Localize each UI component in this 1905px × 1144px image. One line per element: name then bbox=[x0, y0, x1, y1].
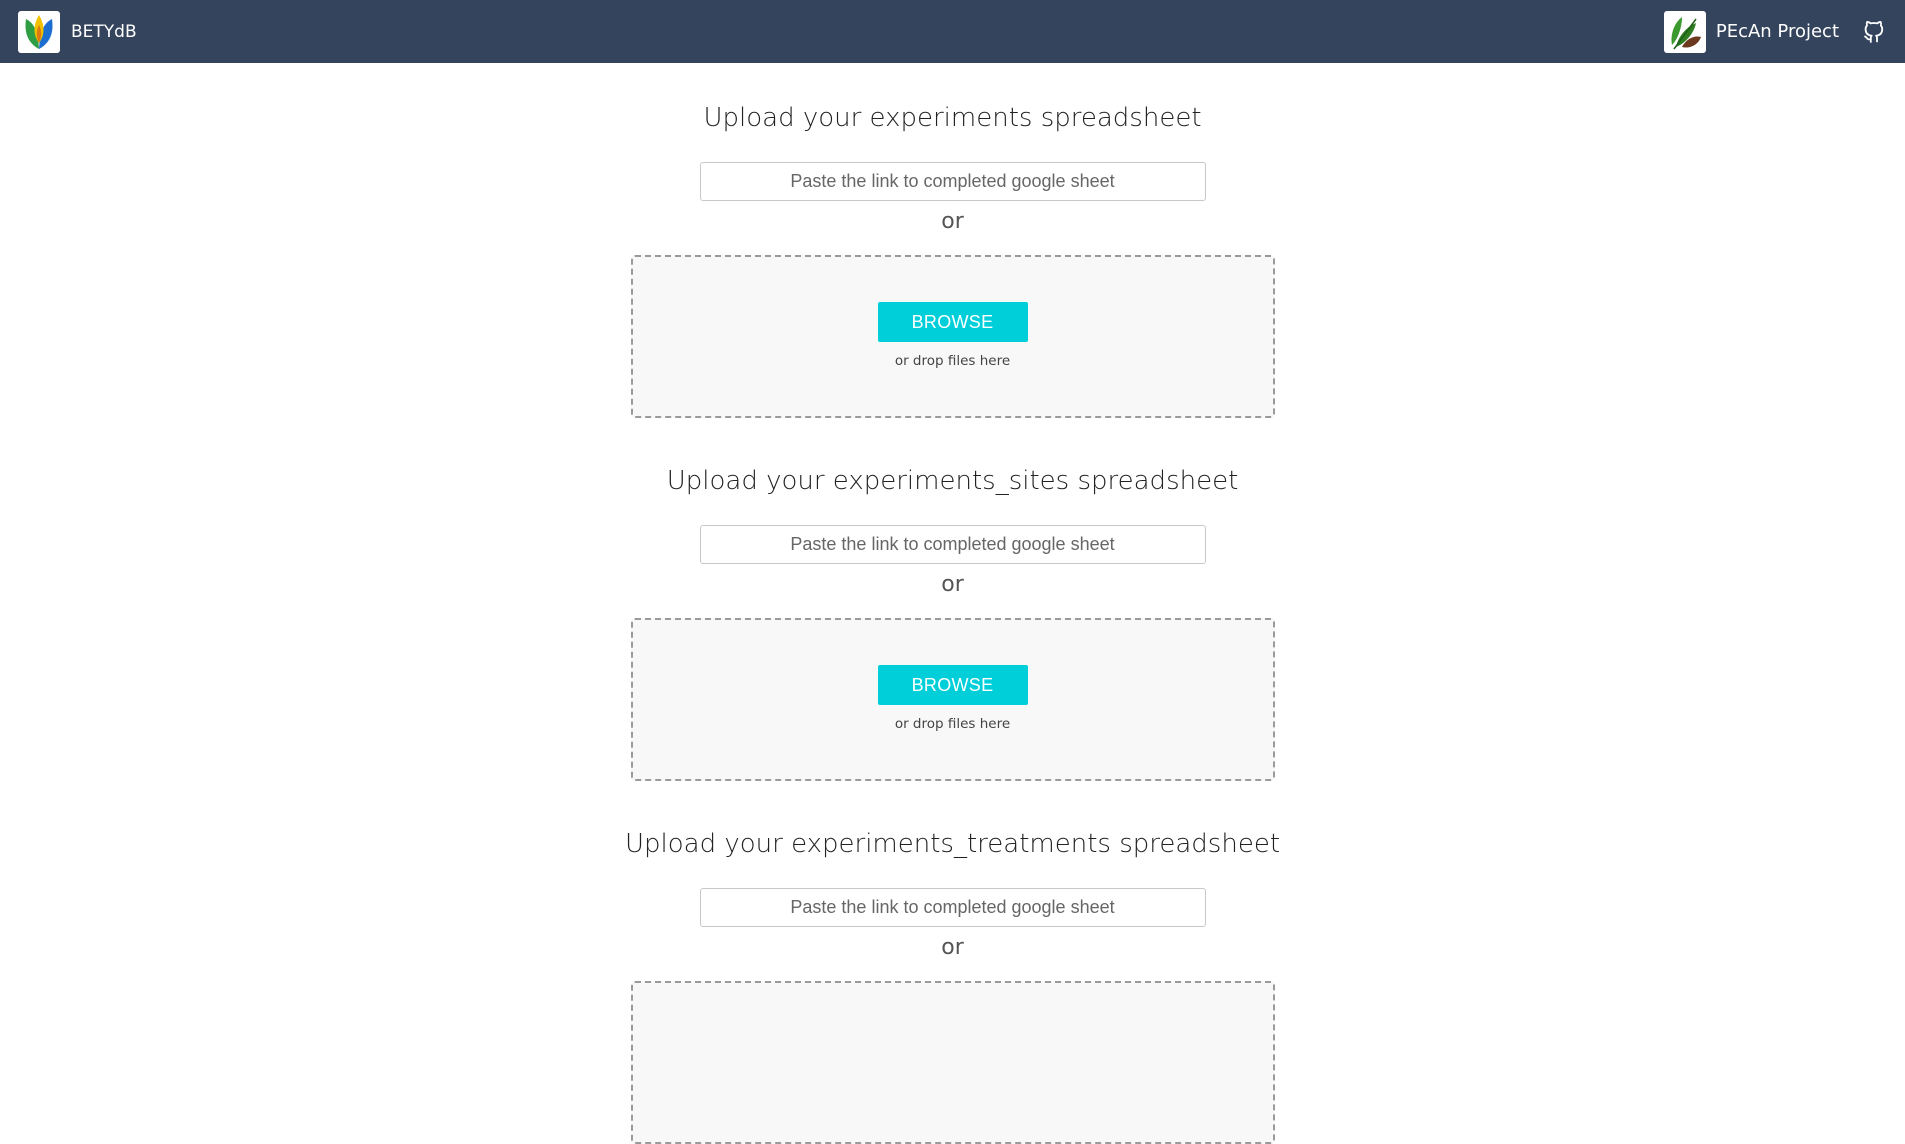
section-title: Upload your experiments spreadsheet bbox=[703, 103, 1202, 133]
section-title: Upload your experiments_sites spreadshee… bbox=[666, 466, 1239, 496]
or-separator: or bbox=[941, 209, 964, 234]
top-navbar: BETYdB PEcAn Project bbox=[0, 0, 1905, 63]
pecan-project-link[interactable]: PEcAn Project bbox=[1716, 21, 1839, 42]
experiments-sites-upload-section: Upload your experiments_sites spreadshee… bbox=[0, 465, 1905, 781]
main-content: Upload your experiments spreadsheet or B… bbox=[0, 102, 1905, 1144]
betydb-logo-icon[interactable] bbox=[18, 10, 60, 53]
or-separator: or bbox=[941, 572, 964, 597]
file-dropzone[interactable] bbox=[630, 981, 1275, 1144]
file-dropzone[interactable]: BROWSE or drop files here bbox=[630, 618, 1275, 781]
section-title: Upload your experiments_treatments sprea… bbox=[624, 829, 1281, 859]
github-icon[interactable] bbox=[1861, 19, 1887, 45]
file-dropzone[interactable]: BROWSE or drop files here bbox=[630, 255, 1275, 418]
google-sheet-link-input[interactable] bbox=[699, 888, 1206, 927]
drop-hint: or drop files here bbox=[894, 353, 1011, 369]
experiments-treatments-upload-section: Upload your experiments_treatments sprea… bbox=[0, 828, 1905, 1144]
brand[interactable]: BETYdB bbox=[18, 10, 137, 53]
google-sheet-link-input[interactable] bbox=[699, 162, 1206, 201]
browse-button[interactable]: BROWSE bbox=[877, 665, 1028, 705]
browse-button[interactable]: BROWSE bbox=[877, 302, 1028, 342]
pecan-logo-icon[interactable] bbox=[1663, 10, 1706, 53]
or-separator: or bbox=[941, 935, 964, 960]
brand-name[interactable]: BETYdB bbox=[71, 22, 137, 42]
drop-hint: or drop files here bbox=[894, 716, 1011, 732]
nav-right: PEcAn Project bbox=[1663, 10, 1887, 53]
experiments-upload-section: Upload your experiments spreadsheet or B… bbox=[0, 102, 1905, 418]
google-sheet-link-input[interactable] bbox=[699, 525, 1206, 564]
